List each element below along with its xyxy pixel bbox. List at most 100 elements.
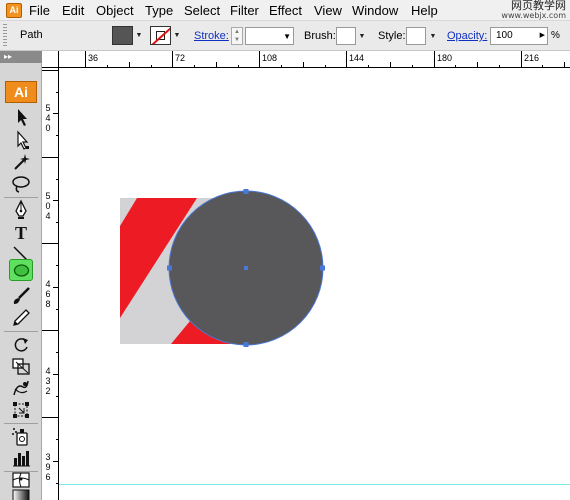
paintbrush-icon <box>13 287 30 304</box>
gradient-icon <box>12 489 30 500</box>
opacity-value: 100 <box>496 30 513 41</box>
fill-color-swatch[interactable] <box>112 26 133 45</box>
anchor-point[interactable] <box>243 189 249 194</box>
column-graph-tool[interactable] <box>9 447 33 469</box>
symbol-sprayer-icon <box>12 428 28 446</box>
menu-bar: Ai File Edit Object Type Select Filter E… <box>0 0 570 21</box>
tools-panel: ▸▸ Ai T <box>0 51 42 500</box>
type-icon: T <box>15 223 27 243</box>
arrow-icon <box>18 109 27 126</box>
lasso-tool[interactable] <box>9 173 33 195</box>
opacity-slider-arrow-icon[interactable]: ▶ <box>540 28 545 44</box>
selection-type-label: Path <box>20 29 43 41</box>
artboard-canvas[interactable] <box>59 68 570 500</box>
control-bar: Path ▼ ▼ Stroke: ▲ ▼ ▼ Brush: ▼ Style: ▼ … <box>0 21 570 51</box>
menu-effect[interactable]: Effect <box>269 3 302 18</box>
v-ruler-label: 468 <box>45 279 51 309</box>
watermark-url: www.webjx.com <box>501 11 566 20</box>
tool-separator <box>4 423 38 424</box>
horizontal-ruler-ticks <box>85 51 565 68</box>
free-transform-icon <box>13 402 29 418</box>
menu-select[interactable]: Select <box>184 3 220 18</box>
v-ruler-label: 396 <box>45 452 51 482</box>
magic-wand-tool[interactable] <box>9 151 33 173</box>
pencil-icon <box>13 309 30 326</box>
menu-help[interactable]: Help <box>411 3 438 18</box>
style-dropdown-arrow-icon[interactable]: ▼ <box>428 27 438 46</box>
lasso-icon <box>12 176 30 193</box>
stroke-weight-field[interactable]: ▼ <box>245 27 294 45</box>
brush-swatch[interactable] <box>336 27 356 45</box>
control-bar-grip[interactable] <box>3 24 7 48</box>
center-point[interactable] <box>244 266 248 270</box>
vertical-ruler[interactable]: 540 504 468 432 396 <box>42 68 59 500</box>
magic-wand-icon <box>14 154 30 170</box>
tool-separator <box>4 197 38 198</box>
anchor-point[interactable] <box>320 265 325 271</box>
symbol-sprayer-tool[interactable] <box>9 425 33 447</box>
ellipse-tool[interactable] <box>9 259 33 281</box>
brush-dropdown-arrow-icon[interactable]: ▼ <box>357 27 367 46</box>
rotate-icon <box>14 338 28 352</box>
pen-icon <box>15 199 27 219</box>
brush-label: Brush: <box>304 30 336 42</box>
scale-icon <box>12 358 30 375</box>
menu-window[interactable]: Window <box>352 3 398 18</box>
ellipse-icon <box>13 264 30 277</box>
warp-icon <box>13 380 29 396</box>
svg-text:T: T <box>15 223 27 243</box>
style-swatch[interactable] <box>406 27 426 45</box>
ruler-origin-corner[interactable] <box>42 51 59 68</box>
opacity-unit: % <box>551 30 560 41</box>
horizontal-ruler[interactable]: 36 72 108 144 180 216 <box>42 51 570 68</box>
app-icon[interactable]: Ai <box>6 3 22 18</box>
direct-selection-tool[interactable] <box>9 129 33 151</box>
stroke-weight-dropdown-icon[interactable]: ▼ <box>283 28 291 45</box>
illustrator-logo: Ai <box>5 81 37 103</box>
opacity-label-link[interactable]: Opacity: <box>447 30 487 42</box>
gradient-tool[interactable] <box>9 487 33 500</box>
stroke-label-link[interactable]: Stroke: <box>194 30 229 42</box>
horizontal-guide[interactable] <box>59 484 570 485</box>
anchor-point[interactable] <box>167 265 172 271</box>
illustrator-window: Ai File Edit Object Type Select Filter E… <box>0 0 570 500</box>
rotate-tool[interactable] <box>9 333 33 355</box>
watermark-title: 网页教学网 <box>511 0 566 12</box>
fill-dropdown-arrow-icon[interactable]: ▼ <box>134 26 144 45</box>
watermark: 网页教学网 www.webjx.com <box>501 1 566 21</box>
v-ruler-label: 504 <box>45 191 51 221</box>
menu-view[interactable]: View <box>314 3 342 18</box>
tool-separator <box>4 331 38 332</box>
v-ruler-label: 540 <box>45 103 51 133</box>
h-ruler-label: 72 <box>175 53 186 63</box>
v-ruler-label: 432 <box>45 366 51 396</box>
menu-object[interactable]: Object <box>96 3 134 18</box>
h-ruler-label: 108 <box>262 53 278 63</box>
graph-icon <box>13 451 30 467</box>
stroke-color-swatch[interactable] <box>150 26 171 45</box>
menu-type[interactable]: Type <box>145 3 173 18</box>
paintbrush-tool[interactable] <box>9 285 33 307</box>
stroke-dropdown-arrow-icon[interactable]: ▼ <box>172 26 182 45</box>
anchor-point[interactable] <box>243 342 249 347</box>
style-label: Style: <box>378 30 406 42</box>
pencil-tool[interactable] <box>9 307 33 329</box>
h-ruler-label: 144 <box>349 53 365 63</box>
menu-file[interactable]: File <box>29 3 50 18</box>
opacity-field[interactable]: 100 ▶ <box>490 27 548 45</box>
h-ruler-label: 36 <box>88 53 99 63</box>
no-stroke-slash-icon <box>151 27 170 44</box>
free-transform-tool[interactable] <box>9 399 33 421</box>
scale-tool[interactable] <box>9 355 33 377</box>
stroke-weight-spinner[interactable]: ▲ ▼ <box>231 27 243 45</box>
tools-panel-collapse[interactable]: ▸▸ <box>0 51 42 63</box>
h-ruler-label: 180 <box>437 53 453 63</box>
warp-tool[interactable] <box>9 377 33 399</box>
menu-filter[interactable]: Filter <box>230 3 259 18</box>
menu-edit[interactable]: Edit <box>62 3 84 18</box>
type-tool[interactable]: T <box>9 221 33 243</box>
selection-tool[interactable] <box>9 106 33 128</box>
hollow-arrow-icon <box>17 130 29 150</box>
pen-tool[interactable] <box>9 199 33 221</box>
artwork <box>120 189 325 347</box>
